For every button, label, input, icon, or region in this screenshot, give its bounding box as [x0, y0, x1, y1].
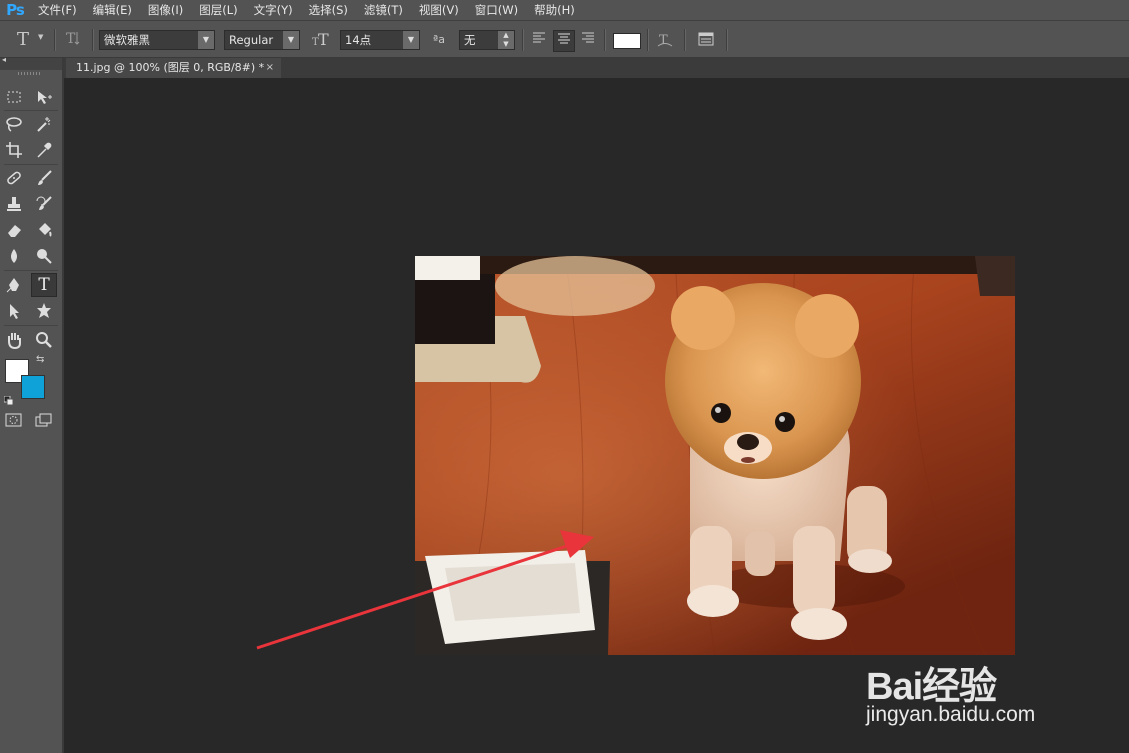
- document-tab-strip: 11.jpg @ 100% (图层 0, RGB/8#) * ×: [64, 58, 1129, 78]
- menu-file[interactable]: 文件(F): [30, 2, 85, 18]
- antialias-value: 无: [464, 33, 476, 47]
- tool-preset-picker[interactable]: T: [12, 29, 34, 50]
- marquee-tool-icon[interactable]: [1, 85, 27, 109]
- warp-text-icon[interactable]: T: [655, 30, 675, 52]
- menu-help[interactable]: 帮助(H): [526, 2, 583, 18]
- type-tool-icon: T: [16, 29, 29, 50]
- collapse-icon[interactable]: ◂: [2, 55, 6, 64]
- chevron-down-icon: ▼: [198, 31, 214, 49]
- chevron-down-icon: ▼: [403, 31, 419, 49]
- font-size-value: 14点: [345, 33, 372, 47]
- svg-text:T: T: [659, 33, 668, 48]
- dodge-tool-icon[interactable]: [31, 244, 57, 268]
- align-center-button[interactable]: [553, 30, 575, 52]
- character-panel-icon[interactable]: [696, 30, 716, 52]
- toolbar-grip[interactable]: [18, 72, 40, 75]
- custom-shape-icon[interactable]: [31, 299, 57, 323]
- font-style-select[interactable]: Regular ▼: [224, 30, 300, 50]
- document-tab-title: 11.jpg @ 100% (图层 0, RGB/8#) *: [76, 61, 265, 74]
- align-right-icon: [582, 32, 594, 43]
- zoom-tool-icon[interactable]: [31, 328, 57, 352]
- quick-mask-icon[interactable]: [1, 408, 27, 432]
- menu-window[interactable]: 窗口(W): [467, 2, 526, 18]
- menu-filter[interactable]: 滤镜(T): [356, 2, 411, 18]
- paint-bucket-icon[interactable]: [31, 218, 57, 242]
- chevron-down-icon: ▼: [283, 31, 299, 49]
- menu-bar: Ps 文件(F) 编辑(E) 图像(I) 图层(L) 文字(Y) 选择(S) 滤…: [0, 0, 1129, 20]
- antialias-icon: ªa: [433, 33, 445, 46]
- magic-wand-icon[interactable]: [31, 112, 57, 136]
- chevron-down-icon[interactable]: ▼: [38, 33, 43, 41]
- watermark-url: jingyan.baidu.com: [866, 703, 1036, 726]
- svg-text:T: T: [318, 30, 329, 48]
- pen-tool-icon[interactable]: [1, 273, 27, 297]
- healing-brush-icon[interactable]: [1, 166, 27, 190]
- hand-tool-icon[interactable]: [1, 328, 27, 352]
- toggle-text-orientation-icon[interactable]: T: [62, 29, 84, 51]
- menu-image[interactable]: 图像(I): [140, 2, 191, 18]
- align-center-icon: [558, 33, 570, 44]
- font-family-select[interactable]: 微软雅黑 ▼: [99, 30, 215, 50]
- align-left-button[interactable]: [529, 30, 549, 50]
- history-brush-icon[interactable]: [31, 192, 57, 216]
- close-icon[interactable]: ×: [266, 58, 274, 78]
- photoshop-logo: Ps: [6, 1, 25, 19]
- crop-tool-icon[interactable]: [1, 138, 27, 162]
- options-bar: T ▼ T 微软雅黑 ▼ Regular ▼ TT 14点 ▼ ªa 无 ▲ ▼ …: [0, 20, 1129, 58]
- toolbar-header: ◂: [0, 55, 62, 70]
- background-color-swatch[interactable]: [21, 375, 45, 399]
- font-size-select[interactable]: 14点 ▼: [340, 30, 420, 50]
- text-color-swatch[interactable]: [613, 33, 641, 49]
- menu-type[interactable]: 文字(Y): [246, 2, 301, 18]
- document-tab[interactable]: 11.jpg @ 100% (图层 0, RGB/8#) * ×: [66, 58, 281, 78]
- canvas-workspace[interactable]: [64, 78, 1129, 753]
- swap-colors-icon[interactable]: ⇆: [36, 354, 44, 365]
- baidu-jingyan-watermark: Bai经验: [866, 666, 997, 708]
- screen-mode-icon[interactable]: [31, 408, 57, 432]
- lasso-tool-icon[interactable]: [1, 112, 27, 136]
- move-tool-icon[interactable]: [31, 85, 57, 109]
- clone-stamp-icon[interactable]: [1, 192, 27, 216]
- path-selection-icon[interactable]: [1, 299, 27, 323]
- antialias-select[interactable]: 无 ▲ ▼: [459, 30, 515, 50]
- stepper-icon: ▲ ▼: [498, 31, 514, 49]
- font-family-value: 微软雅黑: [104, 33, 150, 47]
- menu-view[interactable]: 视图(V): [411, 2, 467, 18]
- font-style-value: Regular: [229, 33, 274, 47]
- tools-panel: ◂ T ⇆: [0, 55, 64, 753]
- eraser-tool-icon[interactable]: [1, 218, 27, 242]
- menu-layer[interactable]: 图层(L): [191, 2, 245, 18]
- menu-select[interactable]: 选择(S): [301, 2, 356, 18]
- annotation-arrow: [256, 530, 594, 650]
- font-size-icon: TT: [311, 30, 333, 52]
- eyedropper-icon[interactable]: [31, 138, 57, 162]
- menu-edit[interactable]: 编辑(E): [85, 2, 140, 18]
- type-tool-icon[interactable]: T: [31, 273, 57, 297]
- svg-text:T: T: [66, 31, 76, 47]
- brush-tool-icon[interactable]: [31, 166, 57, 190]
- align-left-icon: [533, 32, 545, 43]
- blur-tool-icon[interactable]: [1, 244, 27, 268]
- align-right-button[interactable]: [578, 30, 598, 50]
